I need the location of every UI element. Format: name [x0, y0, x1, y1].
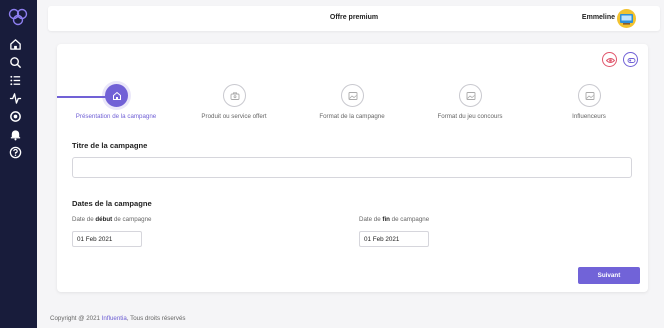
logo-icon[interactable]	[7, 8, 29, 26]
step-label: Produit ou service offert	[201, 113, 267, 120]
preview-button[interactable]	[602, 52, 617, 67]
image-icon	[585, 92, 594, 100]
campaign-dates-label: Dates de la campagne	[72, 199, 152, 208]
bell-icon[interactable]	[9, 128, 22, 141]
home-icon	[112, 91, 121, 100]
hide-preview-button[interactable]	[623, 52, 638, 67]
settings-icon[interactable]	[9, 110, 22, 123]
start-date-input[interactable]: 01 Feb 2021	[72, 231, 142, 247]
briefcase-icon	[230, 92, 239, 100]
premium-title[interactable]: Offre premium	[48, 14, 660, 21]
step-label: Présentation de la campagne	[75, 113, 157, 120]
step-presentation[interactable]: Présentation de la campagne	[61, 84, 171, 120]
eye-icon	[606, 58, 615, 63]
image-icon	[348, 92, 357, 100]
step-label: Influenceurs	[572, 113, 606, 120]
step-campaign-format[interactable]: Format de la campagne	[297, 84, 407, 120]
home-icon[interactable]	[9, 38, 22, 51]
sidebar	[0, 0, 37, 328]
step-circle	[340, 84, 364, 107]
image-icon	[466, 92, 475, 100]
end-date-label: Date de fin de campagne	[359, 216, 430, 223]
top-bar: Offre premium Emmeline	[48, 6, 660, 31]
avatar-icon[interactable]	[617, 9, 636, 28]
campaign-title-input[interactable]	[72, 157, 632, 178]
username[interactable]: Emmeline	[582, 14, 615, 21]
step-influencers[interactable]: Influenceurs	[534, 84, 644, 120]
footer: Copyright @ 2021 Influentia, Tous droits…	[50, 315, 186, 322]
list-icon[interactable]	[9, 74, 22, 87]
step-label: Format de la campagne	[319, 113, 385, 120]
help-icon[interactable]	[9, 146, 22, 159]
step-circle	[222, 84, 246, 107]
search-icon[interactable]	[9, 56, 22, 69]
end-date-input[interactable]: 01 Feb 2021	[359, 231, 429, 247]
step-contest-format[interactable]: Format du jeu concours	[415, 84, 525, 120]
step-circle	[577, 84, 601, 107]
step-circle	[104, 84, 128, 107]
step-product[interactable]: Produit ou service offert	[179, 84, 289, 120]
campaign-title-label: Titre de la campagne	[72, 141, 148, 150]
activity-icon[interactable]	[9, 92, 22, 105]
footer-brand-link[interactable]: Influentia	[102, 315, 127, 322]
start-date-label: Date de début de campagne	[72, 216, 152, 223]
campaign-form-card: Présentation de la campagne Produit ou s…	[57, 44, 648, 292]
eye-off-icon	[627, 58, 636, 63]
step-circle	[458, 84, 482, 107]
step-label: Format du jeu concours	[437, 113, 503, 120]
next-button[interactable]: Suivant	[578, 267, 640, 284]
